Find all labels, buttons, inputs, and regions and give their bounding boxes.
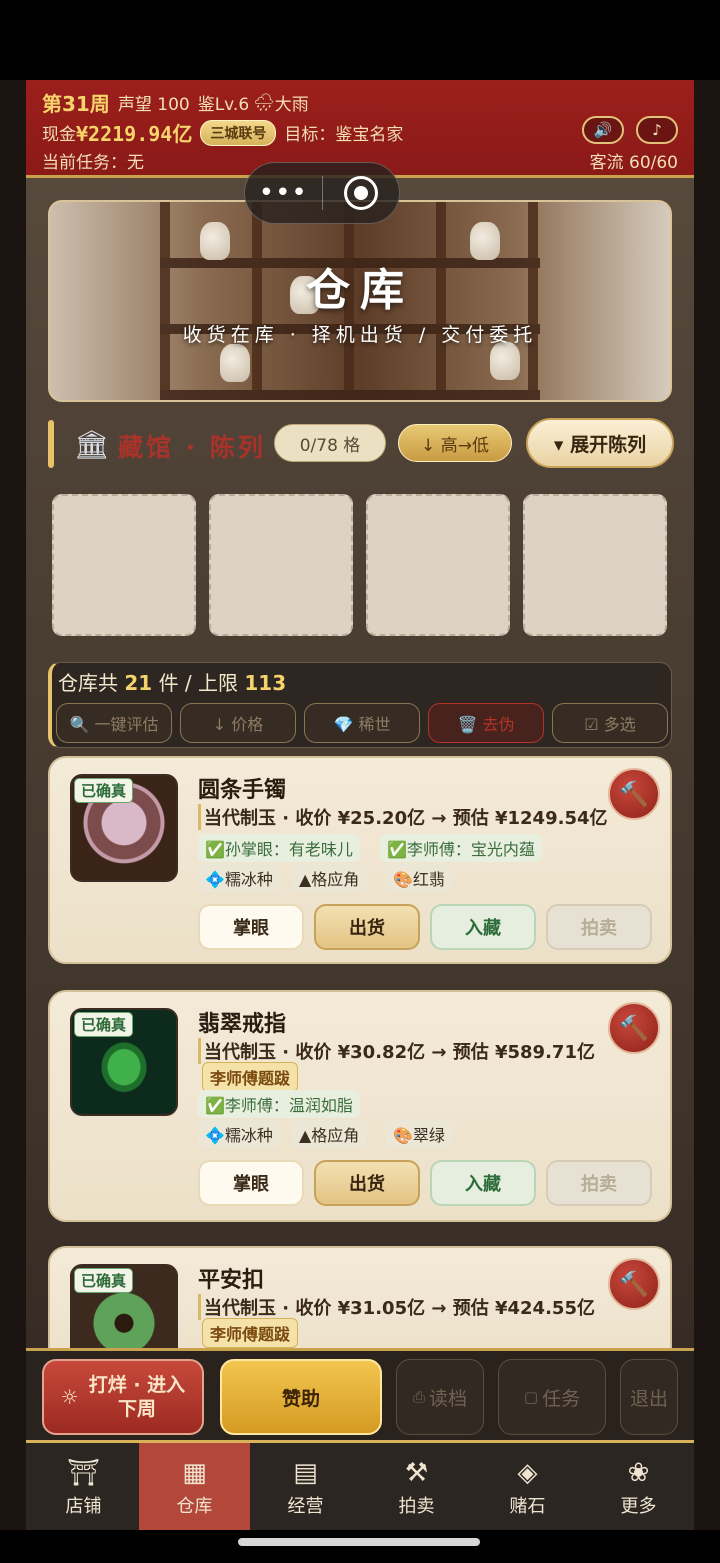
weather-label: 大雨 xyxy=(274,95,309,115)
shop-icon: ⛩ xyxy=(66,1458,100,1488)
vase-illustration xyxy=(490,342,520,380)
item-price: 当代制玉 · 收价 ¥25.20亿 → 预估 ¥1249.54亿 xyxy=(198,804,608,830)
jade-stone-icon: ◈ xyxy=(517,1458,538,1488)
display-slot[interactable] xyxy=(209,494,353,636)
expand-display-button[interactable]: ▾ 展开陈列 xyxy=(526,418,674,468)
section-accent-bar xyxy=(48,420,54,468)
item-tag: ▲格应角 xyxy=(292,1120,367,1148)
close-shop-next-week-button[interactable]: ☼ 打烊 · 进入 下周 xyxy=(42,1359,204,1435)
bottom-nav: ⛩ 店铺 ▦ 仓库 ▤ 经营 ⚒ 拍卖 ◈ 赌石 ❀ 更多 xyxy=(26,1440,694,1530)
home-indicator[interactable] xyxy=(238,1538,480,1546)
miniprogram-capsule: ••• xyxy=(244,162,400,224)
sponsor-button[interactable]: 赞助 xyxy=(220,1359,382,1435)
rain-cloud-icon: 🌧 xyxy=(253,92,275,113)
appraisal-note: ✅李师傅：宝光内蕴 xyxy=(380,834,542,862)
collect-button[interactable]: 入藏 xyxy=(430,904,536,950)
close-miniprogram-icon[interactable] xyxy=(323,176,400,210)
nav-shop[interactable]: ⛩ 店铺 xyxy=(28,1443,139,1530)
nav-more[interactable]: ❀ 更多 xyxy=(583,1443,694,1530)
item-tag: 🎨红翡 xyxy=(386,864,452,892)
page-subtitle: 收货在库 · 择机出货 / 交付委托 xyxy=(182,324,538,346)
verified-badge: 已确真 xyxy=(74,778,134,803)
inspect-button[interactable]: 掌眼 xyxy=(198,1160,304,1206)
display-slot[interactable] xyxy=(52,494,196,636)
chain-badge: 三城联号 xyxy=(200,119,277,146)
museum-icon: 🏛 xyxy=(74,428,110,461)
verified-badge: 已确真 xyxy=(74,1268,134,1293)
music-note-icon[interactable]: ♪ xyxy=(636,116,678,144)
nav-gamble-stone[interactable]: ◈ 赌石 xyxy=(472,1443,583,1530)
warehouse-count: 仓库共 21 件 / 上限 113 xyxy=(58,671,287,695)
warehouse-icon: ▦ xyxy=(182,1458,207,1488)
sun-icon: ☼ xyxy=(60,1385,79,1409)
item-price: 当代制玉 · 收价 ¥31.05亿 → 预估 ¥424.55亿 xyxy=(198,1294,595,1320)
item-name: 圆条手镯 xyxy=(198,778,287,803)
sort-price-button[interactable]: ↓ 价格 xyxy=(180,703,296,743)
warehouse-banner: 仓库 收货在库 · 择机出货 / 交付委托 xyxy=(48,200,672,402)
action-bar: ☼ 打烊 · 进入 下周 赞助 ⎙ 读档 ▢ 任务 退出 xyxy=(26,1348,694,1440)
appraisal-note: ✅李师傅：温润如脂 xyxy=(198,1090,360,1118)
item-tag: 🎨翠绿 xyxy=(386,1120,452,1148)
abacus-icon: ▤ xyxy=(293,1458,318,1488)
cash-value: ¥2219.94亿 xyxy=(76,122,193,146)
auction-button[interactable]: 拍卖 xyxy=(546,904,652,950)
cash-label: 现金 xyxy=(42,125,76,145)
nav-auction[interactable]: ⚒ 拍卖 xyxy=(361,1443,472,1530)
sell-button[interactable]: 出货 xyxy=(314,1160,420,1206)
item-tag: ▲格应角 xyxy=(292,864,367,892)
inscription-badge: 李师傅题跋 xyxy=(202,1318,299,1348)
item-tag: 💠糯冰种 xyxy=(198,864,280,892)
app-frame: 第31周 声望 100 鉴Lv.6 🌧 大雨 现金 ¥2219.94亿 三城联号… xyxy=(26,80,694,1530)
item-tag: 💠糯冰种 xyxy=(198,1120,280,1148)
museum-title: 藏馆 · 陈列 xyxy=(118,433,266,462)
display-slot[interactable] xyxy=(366,494,510,636)
item-card[interactable]: 已确真 翡翠戒指 当代制玉 · 收价 ¥30.82亿 → 预估 ¥589.71亿… xyxy=(48,990,672,1222)
hammer-icon[interactable]: 🔨 xyxy=(608,1002,660,1054)
vase-illustration xyxy=(220,344,250,382)
display-slot[interactable] xyxy=(523,494,667,636)
nav-warehouse[interactable]: ▦ 仓库 xyxy=(139,1443,250,1530)
traffic-label: 客流 60/60 xyxy=(589,153,678,173)
exit-button[interactable]: 退出 xyxy=(620,1359,678,1435)
nav-business[interactable]: ▤ 经营 xyxy=(250,1443,361,1530)
appraise-all-button[interactable]: 🔍 一键评估 xyxy=(56,703,172,743)
tasks-button[interactable]: ▢ 任务 xyxy=(498,1359,606,1435)
goal-label: 目标：鉴宝名家 xyxy=(284,125,404,145)
speaker-icon[interactable]: 🔊 xyxy=(582,116,624,144)
hammer-icon[interactable]: 🔨 xyxy=(608,1258,660,1310)
load-save-button[interactable]: ⎙ 读档 xyxy=(396,1359,484,1435)
item-name: 翡翠戒指 xyxy=(198,1012,287,1037)
hammer-icon[interactable]: 🔨 xyxy=(608,768,660,820)
sort-toggle-button[interactable]: ↓ 高→低 xyxy=(398,424,512,462)
warehouse-toolbar: 仓库共 21 件 / 上限 113 🔍 一键评估 ↓ 价格 💎 稀世 🗑️ 去伪… xyxy=(48,662,672,748)
verified-badge: 已确真 xyxy=(74,1012,134,1037)
tasks-icon: ▢ xyxy=(523,1388,539,1406)
sell-button[interactable]: 出货 xyxy=(314,904,420,950)
page-title: 仓库 xyxy=(306,265,414,316)
item-card[interactable]: 已确真 圆条手镯 当代制玉 · 收价 ¥25.20亿 → 预估 ¥1249.54… xyxy=(48,756,672,964)
remove-fakes-button[interactable]: 🗑️ 去伪 xyxy=(428,703,544,743)
museum-section-header: 🏛 藏馆 · 陈列 0/78 格 ↓ 高→低 ▾ 展开陈列 xyxy=(48,416,678,472)
week-label: 第31周 xyxy=(42,92,110,116)
load-icon: ⎙ xyxy=(412,1388,425,1406)
multi-select-button[interactable]: ☑ 多选 xyxy=(552,703,668,743)
task-label: 当前任务：无 xyxy=(42,153,144,173)
inscription-badge: 李师傅题跋 xyxy=(202,1062,299,1092)
gavel-icon: ⚒ xyxy=(404,1458,429,1488)
gourd-icon: ❀ xyxy=(627,1458,650,1488)
item-name: 平安扣 xyxy=(198,1268,265,1293)
inspect-button[interactable]: 掌眼 xyxy=(198,904,304,950)
reputation-label: 声望 100 xyxy=(117,95,190,115)
more-options-icon[interactable]: ••• xyxy=(245,178,322,208)
filter-rare-button[interactable]: 💎 稀世 xyxy=(304,703,420,743)
auction-button[interactable]: 拍卖 xyxy=(546,1160,652,1206)
appraisal-note: ✅孙掌眼：有老味儿 xyxy=(198,834,360,862)
collect-button[interactable]: 入藏 xyxy=(430,1160,536,1206)
item-price: 当代制玉 · 收价 ¥30.82亿 → 预估 ¥589.71亿 xyxy=(198,1038,595,1064)
level-label: 鉴Lv.6 xyxy=(197,95,250,115)
display-count-badge: 0/78 格 xyxy=(274,424,386,462)
